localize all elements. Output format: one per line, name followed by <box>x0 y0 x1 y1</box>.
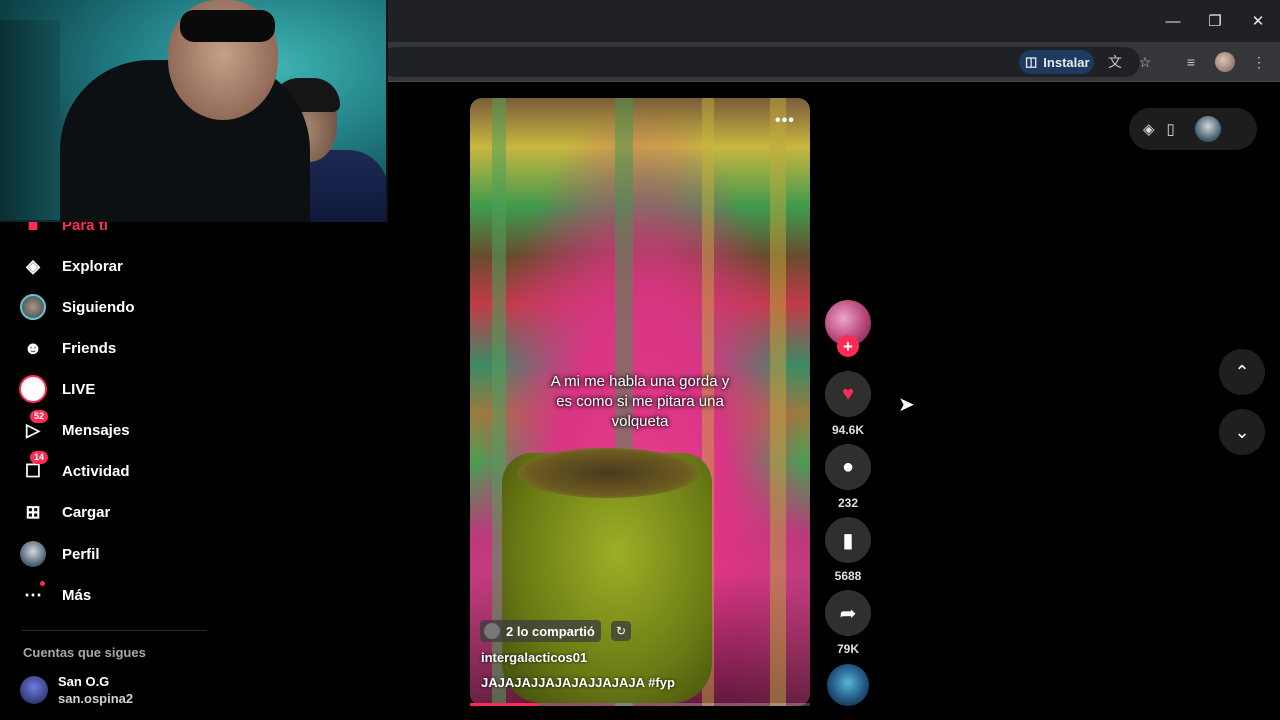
sidebar-item-friends[interactable]: ☻ Friends <box>18 334 117 362</box>
translate-icon[interactable]: 文 <box>1105 52 1125 72</box>
activity-badge: 14 <box>30 451 49 464</box>
kebab-menu-icon[interactable]: ⋮ <box>1249 52 1269 72</box>
messages-badge: 52 <box>30 410 49 423</box>
minimize-icon[interactable]: — <box>1158 10 1188 32</box>
share-icon: ➦ <box>839 602 857 625</box>
sidebar-item-mensajes[interactable]: ▷ 52 Mensajes <box>18 410 130 444</box>
shared-by-pill[interactable]: 2 lo compartió <box>480 620 601 642</box>
bookmark-icon: ▮ <box>842 529 854 552</box>
shared-label: 2 lo compartió <box>506 623 595 639</box>
install-icon: ◫ <box>1025 54 1038 69</box>
live-icon <box>18 375 48 403</box>
sidebar-item-mas[interactable]: ⋯ Más <box>18 581 91 609</box>
share-count: 79K <box>836 642 859 656</box>
top-right-controls: ◈ ▯ <box>1129 108 1257 150</box>
sidebar-item-label: Explorar <box>62 257 123 275</box>
previous-video-button[interactable]: ⌃ <box>1219 349 1265 395</box>
webcam-overlay <box>0 0 388 222</box>
account-name[interactable]: San O.G <box>58 674 109 689</box>
sidebar-item-actividad[interactable]: ☐ 14 Actividad <box>18 451 130 485</box>
sidebar-item-label: Friends <box>62 339 117 357</box>
webcam-background <box>0 20 60 220</box>
sidebar-item-cargar[interactable]: ⊞ Cargar <box>18 498 110 526</box>
save-count: 5688 <box>834 569 862 583</box>
sidebar-item-explorar[interactable]: ◈ Explorar <box>18 252 123 280</box>
screen: — ❐ ✕ ◫ Instalar 文 ☆ ≡ ⋮ ■ Para ti ◈ Exp… <box>0 0 1280 720</box>
sidebar-item-siguiendo[interactable]: Siguiendo <box>18 293 135 321</box>
shared-avatars-icon <box>484 623 500 639</box>
like-button[interactable]: ♥ <box>825 371 871 417</box>
more-icon: ⋯ <box>18 581 48 609</box>
heart-icon: ♥ <box>842 382 854 405</box>
restore-icon[interactable]: ❐ <box>1200 10 1230 32</box>
compass-icon[interactable]: ◈ <box>1143 120 1155 138</box>
sidebar-item-label: Siguiendo <box>62 298 135 316</box>
video-caption: A mi me habla una gorda y es como si me … <box>550 373 730 430</box>
comment-count: 232 <box>837 496 859 510</box>
chevron-down-icon: ⌄ <box>1234 421 1250 442</box>
next-video-button[interactable]: ⌄ <box>1219 409 1265 455</box>
video-progress-bar[interactable] <box>470 703 810 706</box>
mobile-icon[interactable]: ▯ <box>1167 120 1175 138</box>
share-button[interactable]: ➦ <box>825 590 871 636</box>
upload-icon: ⊞ <box>25 501 41 522</box>
install-label: Instalar <box>1043 54 1090 70</box>
video-author[interactable]: intergalacticos01 <box>481 650 587 665</box>
sidebar-divider <box>22 630 207 631</box>
sidebar-item-label: Actividad <box>62 462 130 480</box>
activity-icon: ☐ 14 <box>18 451 49 485</box>
video-progress-fill <box>470 703 538 706</box>
sidebar-item-label: Mensajes <box>62 421 130 439</box>
mouse-cursor-icon: ➤ <box>898 394 915 416</box>
repost-icon[interactable]: ↻ <box>611 621 631 641</box>
webcam-person <box>180 10 275 42</box>
follow-plus-icon[interactable]: + <box>837 335 859 357</box>
chevron-up-icon: ⌃ <box>1234 361 1250 382</box>
save-button[interactable]: ▮ <box>825 517 871 563</box>
sidebar-item-label: LIVE <box>62 380 96 398</box>
sidebar-item-label: Cargar <box>62 503 111 521</box>
sidebar-item-perfil[interactable]: Perfil <box>18 540 100 568</box>
like-count: 94.6K <box>831 423 865 437</box>
user-avatar[interactable] <box>1194 116 1221 142</box>
sidebar-item-label: Más <box>62 586 92 604</box>
account-handle[interactable]: san.ospina2 <box>58 691 133 706</box>
friends-icon: ☻ <box>23 337 43 358</box>
video-description: JAJAJAJJAJAJAJJAJAJA #fyp <box>481 675 675 690</box>
profile-avatar-icon <box>18 540 48 568</box>
install-button[interactable]: ◫ Instalar <box>1019 50 1094 74</box>
star-icon[interactable]: ☆ <box>1135 52 1155 72</box>
comment-button[interactable]: ● <box>825 444 871 490</box>
following-avatar-icon <box>18 293 48 321</box>
more-options-icon[interactable]: ••• <box>775 112 795 130</box>
close-icon[interactable]: ✕ <box>1243 10 1273 32</box>
sidebar-item-live[interactable]: LIVE <box>18 375 95 403</box>
sidebar-item-label: Perfil <box>62 545 100 563</box>
reading-list-icon[interactable]: ≡ <box>1181 52 1201 72</box>
profile-icon[interactable] <box>1215 52 1235 72</box>
messages-icon: ▷ 52 <box>18 410 49 444</box>
compass-icon: ◈ <box>26 255 40 276</box>
account-avatar[interactable] <box>20 676 48 704</box>
video-scene <box>518 448 698 498</box>
music-disc-avatar[interactable] <box>827 664 869 706</box>
comment-icon: ● <box>841 455 855 478</box>
following-accounts-title: Cuentas que sigues <box>23 645 146 660</box>
